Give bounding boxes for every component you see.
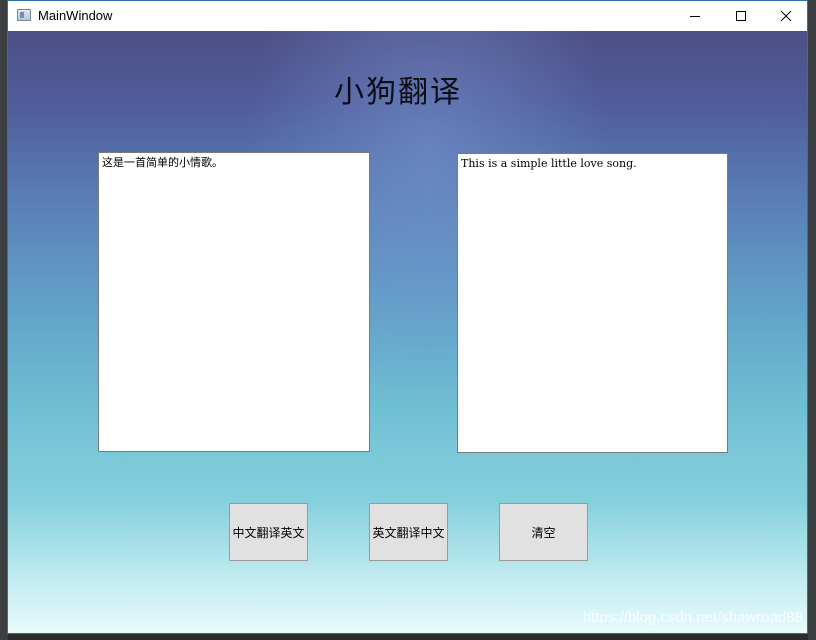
minimize-icon	[690, 16, 700, 17]
english-output-textbox[interactable]: This is a simple little love song.	[457, 153, 728, 453]
app-heading: 小狗翻译	[334, 75, 462, 110]
close-button[interactable]	[763, 1, 807, 31]
title-bar[interactable]: MainWindow	[8, 1, 807, 31]
maximize-icon	[736, 11, 746, 21]
background-editor-strip-right	[808, 0, 816, 640]
window-title: MainWindow	[38, 8, 113, 23]
chinese-input-textbox[interactable]: 这是一首简单的小情歌。	[98, 152, 370, 452]
blog-url-watermark: https://blog.csdn.net/shawroad88	[582, 609, 803, 626]
maximize-button[interactable]	[718, 1, 764, 31]
clear-button[interactable]: 清空	[499, 503, 588, 561]
client-area: 小狗翻译 这是一首简单的小情歌。 This is a simple little…	[8, 31, 807, 633]
translate-en-to-zh-button[interactable]: 英文翻译中文	[369, 503, 448, 561]
close-icon	[780, 10, 792, 22]
minimize-button[interactable]	[672, 1, 718, 31]
main-window: MainWindow 小狗翻译 这是一首简单的小情歌。 This is a si…	[7, 0, 808, 634]
translate-zh-to-en-button[interactable]: 中文翻译英文	[229, 503, 308, 561]
app-window-icon	[17, 9, 31, 21]
